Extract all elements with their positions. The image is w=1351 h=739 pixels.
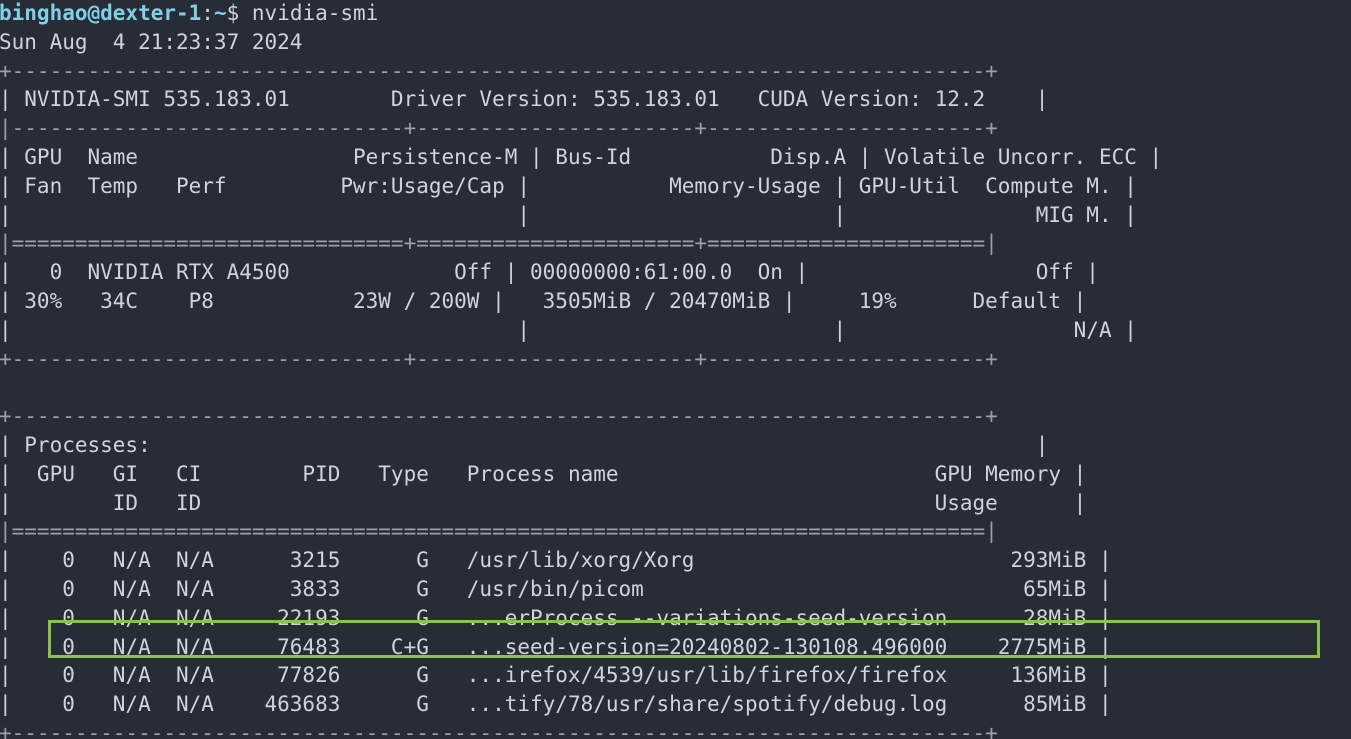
process-row: | 0 N/A N/A 463683 G ...tify/78/usr/shar…	[0, 692, 1112, 717]
prompt-symbol: $	[226, 1, 252, 25]
gpu-columns-row: | GPU Name Persistence-M | Bus-Id Disp.A…	[0, 144, 1163, 169]
gpu-columns-row: | Fan Temp Perf Pwr:Usage/Cap | Memory-U…	[0, 173, 1137, 198]
timestamp: Sun Aug 4 21:23:37 2024	[0, 29, 303, 54]
smi-header: | NVIDIA-SMI 535.183.01 Driver Version: …	[0, 87, 1049, 112]
process-row: | 0 N/A N/A 3215 G /usr/lib/xorg/Xorg 29…	[0, 548, 1112, 573]
processes-title: | Processes: |	[0, 432, 1049, 457]
process-columns-row: | GPU GI CI PID Type Process name GPU Me…	[0, 461, 1087, 486]
border-gpu-end: +-------------------------------+-------…	[0, 346, 998, 371]
process-row: | 0 N/A N/A 76483 C+G ...seed-version=20…	[0, 634, 1112, 659]
prompt-command: nvidia-smi	[251, 1, 379, 25]
gpu-row: | | | N/A |	[0, 317, 1137, 342]
process-row: | 0 N/A N/A 77826 G ...irefox/4539/usr/l…	[0, 663, 1112, 688]
border-gpu-eq: |===============================+=======…	[0, 231, 998, 256]
terminal-window[interactable]: binghao@dexter-1:~$ nvidia-smi Sun Aug 4…	[0, 0, 1351, 739]
gpu-row: | 0 NVIDIA RTX A4500 Off | 00000000:61:0…	[0, 260, 1099, 285]
border-bottom: +---------------------------------------…	[0, 720, 998, 739]
border-top: +---------------------------------------…	[0, 58, 998, 83]
border-header-sep: |-------------------------------+-------…	[0, 116, 998, 141]
gpu-columns-row: | | | MIG M. |	[0, 202, 1137, 227]
prompt-separator: :	[201, 1, 214, 25]
gpu-row: | 30% 34C P8 23W / 200W | 3505MiB / 2047…	[0, 288, 1087, 313]
process-row: | 0 N/A N/A 3833 G /usr/bin/picom 65MiB …	[0, 576, 1112, 601]
terminal-output: binghao@dexter-1:~$ nvidia-smi Sun Aug 4…	[0, 0, 1162, 739]
process-row: | 0 N/A N/A 22193 G ...erProcess --varia…	[0, 605, 1112, 630]
process-columns-row: | ID ID Usage |	[0, 490, 1087, 515]
prompt-line: binghao@dexter-1:~$ nvidia-smi	[0, 1, 378, 25]
border-proc-eq: |=======================================…	[0, 519, 998, 544]
border-proc-top: +---------------------------------------…	[0, 404, 998, 429]
prompt-user-host: binghao@dexter-1	[0, 1, 202, 25]
prompt-cwd: ~	[213, 1, 227, 25]
